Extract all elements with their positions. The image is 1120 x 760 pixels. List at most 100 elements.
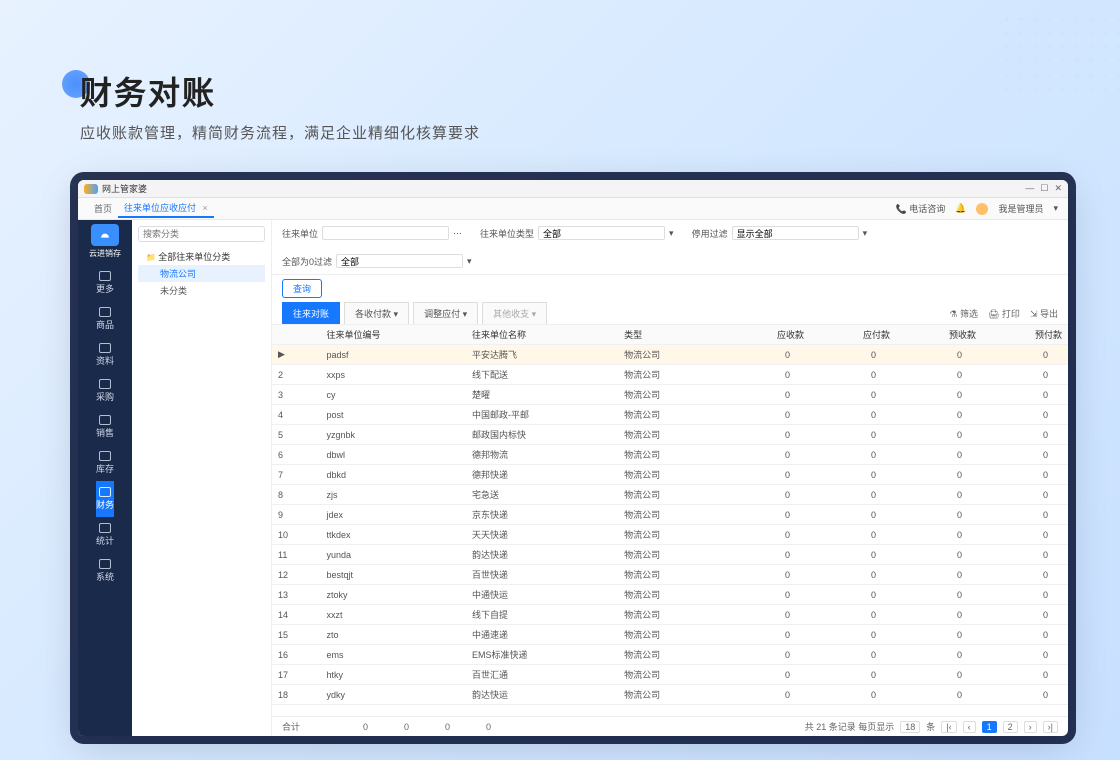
- f3-dd-icon[interactable]: ▾: [863, 228, 868, 239]
- sidebar-item-7[interactable]: 统计: [96, 517, 114, 553]
- tree-leaf-logistics[interactable]: 物流公司: [138, 265, 265, 282]
- notify-icon[interactable]: 🔔: [955, 203, 966, 214]
- table-row[interactable]: 14xxzt线下自提物流公司0000: [272, 605, 1068, 625]
- col-7[interactable]: 预付款: [982, 325, 1068, 345]
- username[interactable]: 我是管理员: [998, 202, 1043, 215]
- table-row[interactable]: 18ydky韵达快运物流公司0000: [272, 685, 1068, 705]
- maximize-icon[interactable]: ☐: [1040, 183, 1048, 194]
- sidebar-item-8[interactable]: 系统: [96, 553, 114, 589]
- table-row[interactable]: 6dbwl德邦物流物流公司0000: [272, 445, 1068, 465]
- table-row[interactable]: 8zjs宅急送物流公司0000: [272, 485, 1068, 505]
- cell: 0: [982, 345, 1068, 365]
- table-row[interactable]: 5yzgnbk邮政国内标快物流公司0000: [272, 425, 1068, 445]
- titlebar: 网上管家婆 — ☐ ✕: [78, 180, 1068, 198]
- subtab-3[interactable]: 其他收支 ▾: [482, 302, 547, 324]
- page-next[interactable]: ›: [1024, 721, 1037, 733]
- cell: 韵达快运: [466, 685, 618, 705]
- sidebar-label: 统计: [96, 534, 114, 547]
- tool-export[interactable]: ⇲ 导出: [1030, 307, 1058, 320]
- col-4[interactable]: 应收款: [724, 325, 810, 345]
- page-1[interactable]: 1: [982, 721, 997, 733]
- sidebar-item-1[interactable]: 商品: [96, 301, 114, 337]
- page-prev[interactable]: ‹: [963, 721, 976, 733]
- table-row[interactable]: 3cy楚曜物流公司0000: [272, 385, 1068, 405]
- table-row[interactable]: 16emsEMS标准快递物流公司0000: [272, 645, 1068, 665]
- cell: 0: [896, 685, 982, 705]
- table-row[interactable]: 10ttkdex天天快递物流公司0000: [272, 525, 1068, 545]
- tree-leaf-uncat[interactable]: 未分类: [138, 282, 265, 299]
- page-first[interactable]: |‹: [941, 721, 956, 733]
- table-row[interactable]: 11yunda韵达快递物流公司0000: [272, 545, 1068, 565]
- col-1[interactable]: 往来单位编号: [321, 325, 467, 345]
- cell: 0: [982, 605, 1068, 625]
- minimize-icon[interactable]: —: [1025, 183, 1034, 194]
- page-last[interactable]: ›|: [1043, 721, 1058, 733]
- close-icon[interactable]: ✕: [1054, 183, 1062, 194]
- category-tree: 全部往来单位分类 物流公司 未分类: [132, 220, 272, 736]
- f2-input[interactable]: [538, 226, 665, 240]
- subtab-1[interactable]: 各收付款 ▾: [344, 302, 409, 324]
- page-size[interactable]: 18: [900, 721, 920, 733]
- page-2[interactable]: 2: [1003, 721, 1018, 733]
- phone-consult[interactable]: 📞 电话咨询: [896, 202, 946, 215]
- sidebar-item-3[interactable]: 采购: [96, 373, 114, 409]
- cell: 0: [724, 385, 810, 405]
- sidebar-logo-icon: [91, 224, 119, 246]
- subtab-2[interactable]: 调整应付 ▾: [413, 302, 478, 324]
- table-header: 往来单位编号往来单位名称类型应收款应付款预收款预付款: [272, 325, 1068, 345]
- query-button[interactable]: 查询: [282, 279, 322, 298]
- table-row[interactable]: 12bestqjt百世快递物流公司0000: [272, 565, 1068, 585]
- tool-print[interactable]: 🖨 打印: [988, 307, 1020, 320]
- table-row[interactable]: 17htky百世汇通物流公司0000: [272, 665, 1068, 685]
- cell: 中国邮政-平邮: [466, 405, 618, 425]
- table-row[interactable]: 9jdex京东快递物流公司0000: [272, 505, 1068, 525]
- f4-dd-icon[interactable]: ▾: [467, 256, 472, 267]
- top-tabs: 首页 往来单位应收应付 × 📞 电话咨询 🔔 我是管理员 ▾: [78, 198, 1068, 220]
- table-row[interactable]: 15zto中通速递物流公司0000: [272, 625, 1068, 645]
- tab-home[interactable]: 首页: [88, 200, 118, 217]
- col-5[interactable]: 应付款: [810, 325, 896, 345]
- tab-receivables[interactable]: 往来单位应收应付 ×: [118, 199, 214, 218]
- table-row[interactable]: ▶padsf平安达腾飞物流公司0000: [272, 345, 1068, 365]
- cell: 物流公司: [618, 585, 724, 605]
- cell: 平安达腾飞: [466, 345, 618, 365]
- cell: 0: [810, 345, 896, 365]
- sidebar-item-6[interactable]: 财务: [96, 481, 114, 517]
- avatar-icon[interactable]: [976, 203, 988, 215]
- subtab-0[interactable]: 往来对账: [282, 302, 340, 324]
- cell: 0: [982, 585, 1068, 605]
- f3-input[interactable]: [732, 226, 859, 240]
- cell: 0: [982, 645, 1068, 665]
- f2-dd-icon[interactable]: ▾: [669, 228, 674, 239]
- table-row[interactable]: 7dbkd德邦快递物流公司0000: [272, 465, 1068, 485]
- sidebar-item-2[interactable]: 资料: [96, 337, 114, 373]
- cell: 0: [982, 505, 1068, 525]
- cell: ems: [321, 645, 467, 665]
- sidebar-item-5[interactable]: 库存: [96, 445, 114, 481]
- tab-close-icon[interactable]: ×: [203, 203, 208, 213]
- tree-search-input[interactable]: [138, 226, 265, 242]
- col-0[interactable]: [272, 325, 321, 345]
- f4-input[interactable]: [336, 254, 463, 268]
- table-row[interactable]: 13ztoky中通快运物流公司0000: [272, 585, 1068, 605]
- cell: 邮政国内标快: [466, 425, 618, 445]
- col-2[interactable]: 往来单位名称: [466, 325, 618, 345]
- cell: 18: [272, 685, 321, 705]
- f1-input[interactable]: [322, 226, 449, 240]
- sidebar-item-0[interactable]: 更多: [96, 265, 114, 301]
- main-panel: 往来单位⋯ 往来单位类型▾ 停用过滤▾ 全部为0过滤▾ 查询 往来对账 各收付款…: [272, 220, 1068, 736]
- data-grid[interactable]: 往来单位编号往来单位名称类型应收款应付款预收款预付款 ▶padsf平安达腾飞物流…: [272, 325, 1068, 716]
- cell: 0: [810, 625, 896, 645]
- cell: 8: [272, 485, 321, 505]
- f1-dd-icon[interactable]: ⋯: [453, 228, 462, 239]
- tree-root[interactable]: 全部往来单位分类: [138, 248, 265, 265]
- user-menu-chevron-icon[interactable]: ▾: [1053, 203, 1058, 214]
- table-row[interactable]: 2xxps线下配送物流公司0000: [272, 365, 1068, 385]
- cell: 0: [896, 625, 982, 645]
- col-3[interactable]: 类型: [618, 325, 724, 345]
- col-6[interactable]: 预收款: [896, 325, 982, 345]
- tool-filter[interactable]: ⚗ 筛选: [949, 307, 978, 320]
- sidebar-item-4[interactable]: 销售: [96, 409, 114, 445]
- table-row[interactable]: 4post中国邮政-平邮物流公司0000: [272, 405, 1068, 425]
- cell: 14: [272, 605, 321, 625]
